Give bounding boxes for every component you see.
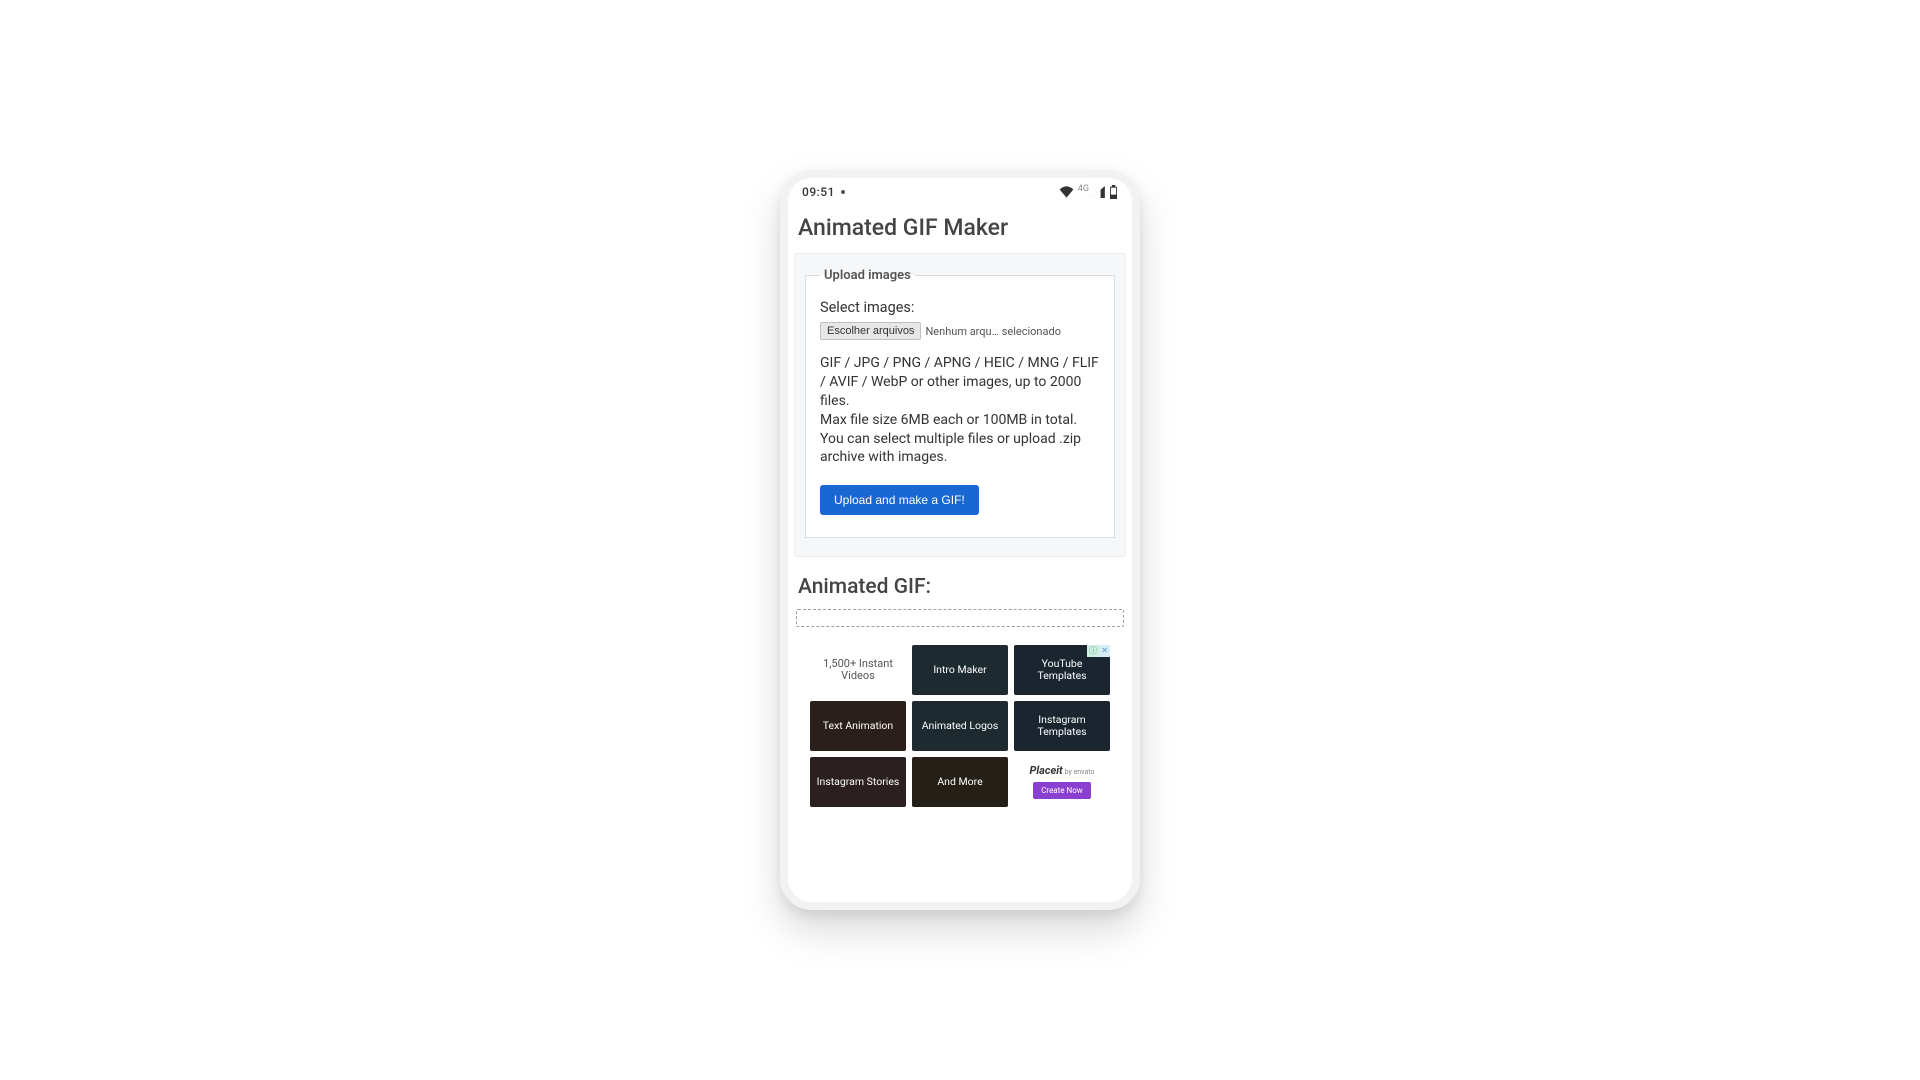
ad-cell[interactable]: Intro Maker: [912, 645, 1008, 695]
ad-badge: ⓘ ✕: [1087, 645, 1110, 657]
output-section-title: Animated GIF:: [794, 557, 1126, 609]
cell-signal-icon: [1091, 186, 1105, 198]
ad-cta-button[interactable]: Create Now: [1033, 782, 1091, 799]
ad-grid: 1,500+ Instant Videos Intro Maker YouTub…: [810, 645, 1110, 807]
status-right: 4G: [1059, 185, 1118, 199]
upload-submit-button[interactable]: Upload and make a GIF!: [820, 485, 979, 515]
status-dot-icon: [841, 190, 845, 194]
upload-hint-multi: You can select multiple files or upload …: [820, 430, 1100, 468]
ad-cell[interactable]: Instagram Stories: [810, 757, 906, 807]
select-images-label: Select images:: [820, 299, 1100, 316]
ad-brand-cell[interactable]: Placeit by envato Create Now: [1014, 757, 1110, 807]
status-left: 09:51: [802, 185, 845, 199]
phone-mockup: 09:51 4G Animated GIF Maker Upload image…: [780, 170, 1140, 910]
file-input-row: Escolher arquivos Nenhum arqu… seleciona…: [820, 322, 1100, 340]
upload-hint-size: Max file size 6MB each or 100MB in total…: [820, 411, 1100, 430]
battery-icon: [1109, 185, 1118, 199]
page-title: Animated GIF Maker: [794, 206, 1126, 253]
ad-cell[interactable]: 1,500+ Instant Videos: [810, 645, 906, 695]
ad-cell[interactable]: Instagram Templates: [1014, 701, 1110, 751]
file-status-text: Nenhum arqu… selecionado: [921, 325, 1061, 338]
ad-brand-by: by envato: [1065, 768, 1095, 776]
network-label: 4G: [1078, 184, 1089, 194]
ad-block[interactable]: ⓘ ✕ 1,500+ Instant Videos Intro Maker Yo…: [794, 645, 1126, 807]
upload-fieldset: Upload images Select images: Escolher ar…: [805, 268, 1115, 538]
ad-close-icon[interactable]: ✕: [1099, 645, 1110, 657]
output-placeholder: [796, 609, 1124, 627]
screen-content[interactable]: Animated GIF Maker Upload images Select …: [788, 206, 1132, 902]
status-bar: 09:51 4G: [788, 178, 1132, 206]
ad-brand-name: Placeit: [1029, 765, 1062, 778]
ad-cell[interactable]: And More: [912, 757, 1008, 807]
upload-hint-formats: GIF / JPG / PNG / APNG / HEIC / MNG / FL…: [820, 354, 1100, 411]
upload-panel: Upload images Select images: Escolher ar…: [794, 253, 1126, 557]
ad-info-icon[interactable]: ⓘ: [1087, 645, 1099, 657]
ad-cell[interactable]: Text Animation: [810, 701, 906, 751]
choose-files-button[interactable]: Escolher arquivos: [820, 322, 921, 340]
upload-legend: Upload images: [820, 268, 915, 283]
ad-cell[interactable]: Animated Logos: [912, 701, 1008, 751]
wifi-icon: [1059, 186, 1074, 198]
status-time: 09:51: [802, 185, 835, 199]
